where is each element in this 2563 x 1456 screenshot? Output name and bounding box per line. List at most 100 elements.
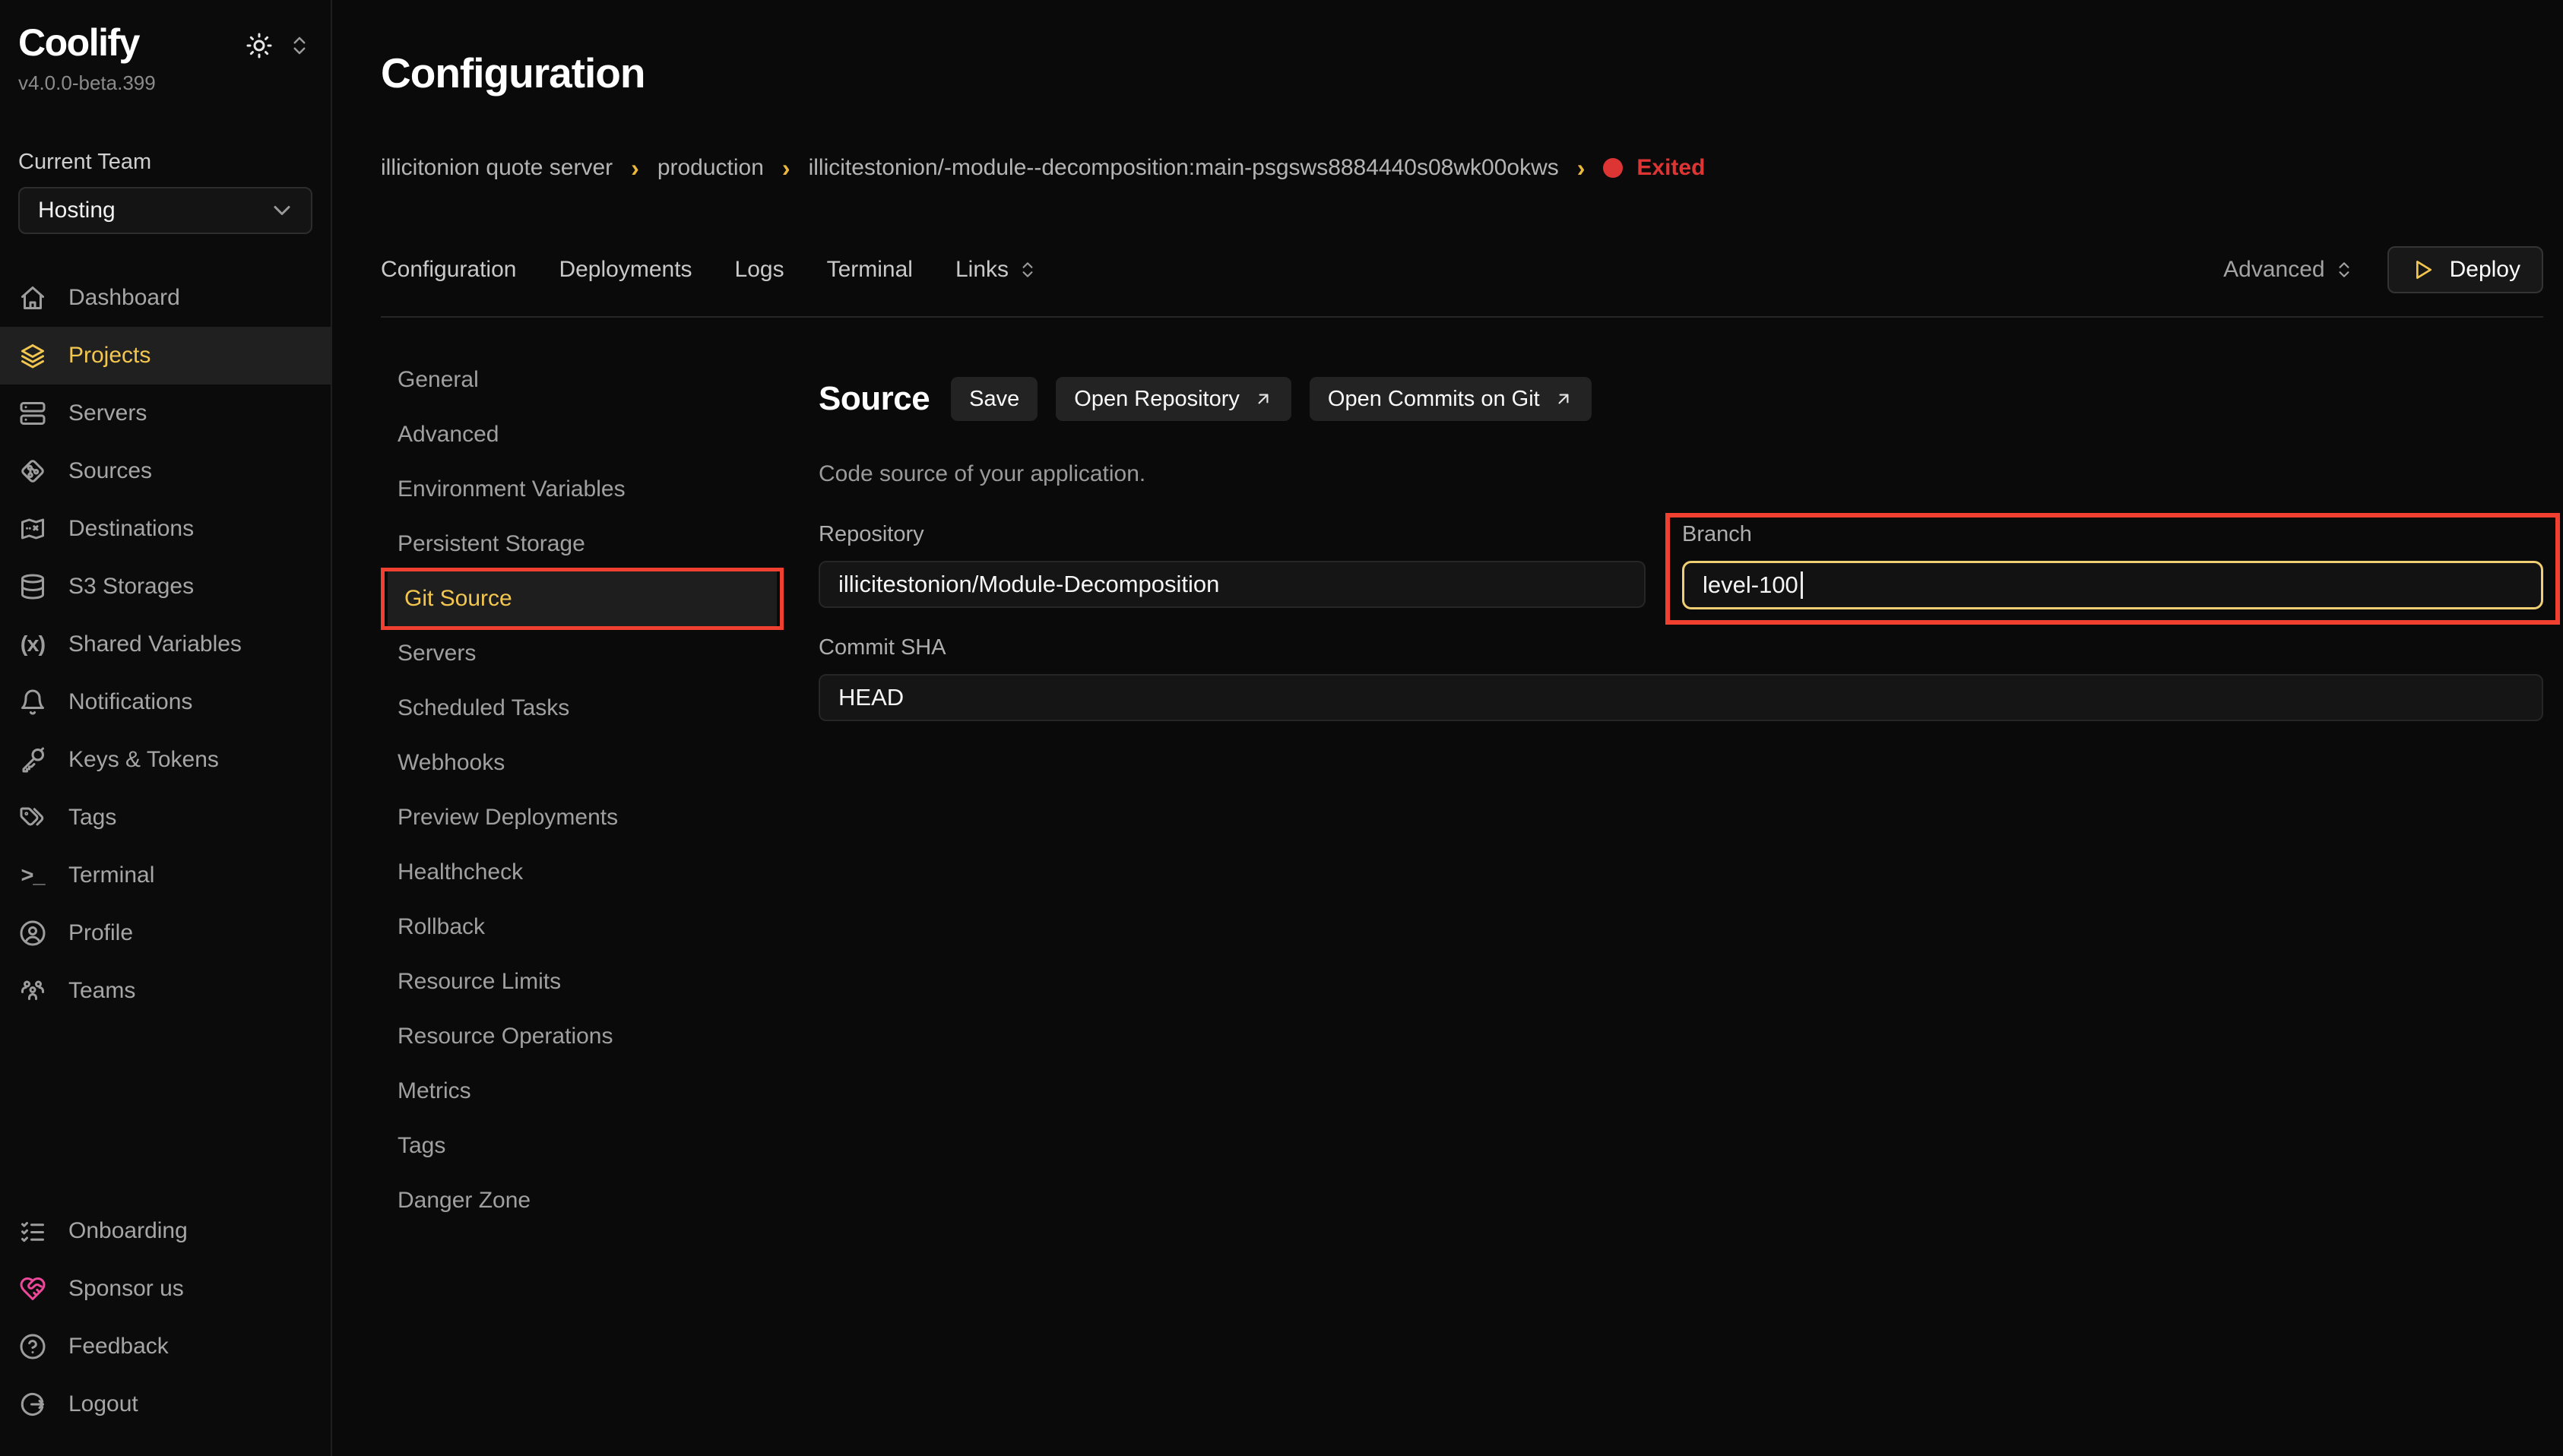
- tab-links[interactable]: Links: [955, 257, 1038, 283]
- tabs-row: Configuration Deployments Logs Terminal …: [381, 246, 2543, 293]
- server-icon: [18, 400, 47, 427]
- sidebar-nav: Dashboard Projects Servers Sources Desti…: [0, 269, 331, 1020]
- subnav-item-resource-operations[interactable]: Resource Operations: [381, 1009, 784, 1064]
- sidebar-item-logout[interactable]: Logout: [0, 1375, 331, 1433]
- tab-configuration[interactable]: Configuration: [381, 257, 516, 283]
- tab-deployments[interactable]: Deployments: [559, 257, 692, 283]
- subnav-item-environment-variables[interactable]: Environment Variables: [381, 462, 784, 517]
- repository-label: Repository: [819, 522, 1646, 547]
- team-select[interactable]: Hosting: [18, 187, 312, 234]
- main-content: Configuration illicitonion quote server …: [332, 0, 2563, 1456]
- heart-hands-icon: [18, 1275, 47, 1302]
- tabs-divider: [381, 316, 2543, 318]
- subnav-item-preview-deployments[interactable]: Preview Deployments: [381, 790, 784, 845]
- breadcrumb-resource[interactable]: illicitestonion/-module--decomposition:m…: [809, 155, 1559, 181]
- terminal-icon: >_: [18, 863, 47, 888]
- subnav-item-servers[interactable]: Servers: [381, 626, 784, 681]
- key-icon: [18, 746, 47, 774]
- commit-sha-label: Commit SHA: [819, 635, 2543, 660]
- sidebar-item-onboarding[interactable]: Onboarding: [0, 1202, 331, 1260]
- git-source-panel: Source Save Open Repository Open Commits…: [819, 353, 2543, 1456]
- tag-icon: [18, 804, 47, 831]
- text-cursor: [1801, 571, 1803, 599]
- database-icon: [18, 573, 47, 600]
- layers-icon: [18, 342, 47, 369]
- git-source-annotation-box: Git Source: [381, 568, 784, 630]
- tab-terminal[interactable]: Terminal: [827, 257, 913, 283]
- users-icon: [18, 977, 47, 1005]
- arrow-up-right-icon: [1554, 389, 1573, 409]
- theme-toggle-sun-icon[interactable]: [246, 32, 273, 63]
- open-repository-button[interactable]: Open Repository: [1056, 377, 1291, 421]
- sidebar-item-servers[interactable]: Servers: [0, 385, 331, 442]
- branch-input[interactable]: level-100: [1682, 561, 2543, 609]
- sidebar-item-terminal[interactable]: >_ Terminal: [0, 847, 331, 904]
- sidebar-item-notifications[interactable]: Notifications: [0, 673, 331, 731]
- status-badge: Exited: [1603, 155, 1705, 181]
- repository-field: Repository: [819, 522, 1646, 609]
- sidebar-item-shared-variables[interactable]: (x) Shared Variables: [0, 616, 331, 673]
- variables-icon: (x): [18, 632, 47, 657]
- sidebar-item-projects[interactable]: Projects: [0, 327, 331, 385]
- breadcrumb-environment[interactable]: production: [657, 155, 764, 181]
- subnav-item-persistent-storage[interactable]: Persistent Storage: [381, 517, 784, 571]
- deploy-button[interactable]: Deploy: [2387, 246, 2543, 293]
- subnav-item-scheduled-tasks[interactable]: Scheduled Tasks: [381, 681, 784, 736]
- branch-annotation-box: Branch level-100: [1665, 513, 2560, 625]
- sidebar-item-keys-tokens[interactable]: Keys & Tokens: [0, 731, 331, 789]
- commit-sha-field: Commit SHA: [819, 635, 2543, 721]
- bell-icon: [18, 688, 47, 716]
- subnav-item-tags[interactable]: Tags: [381, 1119, 784, 1173]
- commit-sha-input[interactable]: [819, 674, 2543, 721]
- brand-row: Coolify: [0, 20, 331, 65]
- user-circle-icon: [18, 919, 47, 947]
- subnav-item-danger-zone[interactable]: Danger Zone: [381, 1173, 784, 1228]
- arrow-up-right-icon: [1253, 389, 1273, 409]
- subnav-item-webhooks[interactable]: Webhooks: [381, 736, 784, 790]
- sidebar-item-sponsor-us[interactable]: Sponsor us: [0, 1260, 331, 1318]
- subnav-item-healthcheck[interactable]: Healthcheck: [381, 845, 784, 900]
- logout-icon: [18, 1391, 47, 1418]
- chevrons-up-down-icon: [1018, 260, 1038, 280]
- sidebar-item-teams[interactable]: Teams: [0, 962, 331, 1020]
- sidebar-item-destinations[interactable]: Destinations: [0, 500, 331, 558]
- app-logo: Coolify: [18, 20, 139, 65]
- sidebar-item-sources[interactable]: Sources: [0, 442, 331, 500]
- instance-selector-chevrons-icon[interactable]: [288, 34, 311, 61]
- map-icon: [18, 515, 47, 543]
- sidebar-item-s3-storages[interactable]: S3 Storages: [0, 558, 331, 616]
- subnav-item-git-source[interactable]: Git Source: [388, 571, 777, 626]
- sidebar-item-profile[interactable]: Profile: [0, 904, 331, 962]
- home-icon: [18, 284, 47, 312]
- subnav-item-resource-limits[interactable]: Resource Limits: [381, 954, 784, 1009]
- advanced-dropdown[interactable]: Advanced: [2223, 257, 2353, 283]
- play-icon: [2410, 258, 2435, 282]
- sidebar: Coolify v4.0.0-beta.399 Current Team Hos…: [0, 0, 332, 1456]
- breadcrumb: illicitonion quote server › production ›…: [381, 155, 2543, 181]
- chevrons-up-down-icon: [2334, 260, 2354, 280]
- subnav-item-metrics[interactable]: Metrics: [381, 1064, 784, 1119]
- app-version: v4.0.0-beta.399: [0, 71, 331, 95]
- chevron-right-icon: ›: [782, 157, 790, 179]
- status-label: Exited: [1636, 155, 1705, 181]
- configuration-subnav: General Advanced Environment Variables P…: [381, 353, 784, 1456]
- open-commits-button[interactable]: Open Commits on Git: [1310, 377, 1592, 421]
- source-description: Code source of your application.: [819, 461, 2543, 487]
- tab-logs[interactable]: Logs: [735, 257, 784, 283]
- status-dot-icon: [1603, 158, 1623, 178]
- subnav-item-advanced[interactable]: Advanced: [381, 407, 784, 462]
- branch-label: Branch: [1682, 522, 2543, 547]
- subnav-item-rollback[interactable]: Rollback: [381, 900, 784, 954]
- save-button[interactable]: Save: [951, 377, 1038, 421]
- repository-input[interactable]: [819, 561, 1646, 608]
- breadcrumb-project[interactable]: illicitonion quote server: [381, 155, 613, 181]
- source-section-title: Source: [819, 380, 930, 418]
- sidebar-item-dashboard[interactable]: Dashboard: [0, 269, 331, 327]
- sidebar-item-feedback[interactable]: Feedback: [0, 1318, 331, 1375]
- sidebar-item-tags[interactable]: Tags: [0, 789, 331, 847]
- sidebar-footer-nav: Onboarding Sponsor us Feedback Logout: [0, 1202, 331, 1433]
- chevron-down-icon: [268, 197, 296, 224]
- subnav-item-general[interactable]: General: [381, 353, 784, 407]
- help-circle-icon: [18, 1333, 47, 1360]
- branch-field: Branch level-100: [1682, 522, 2543, 609]
